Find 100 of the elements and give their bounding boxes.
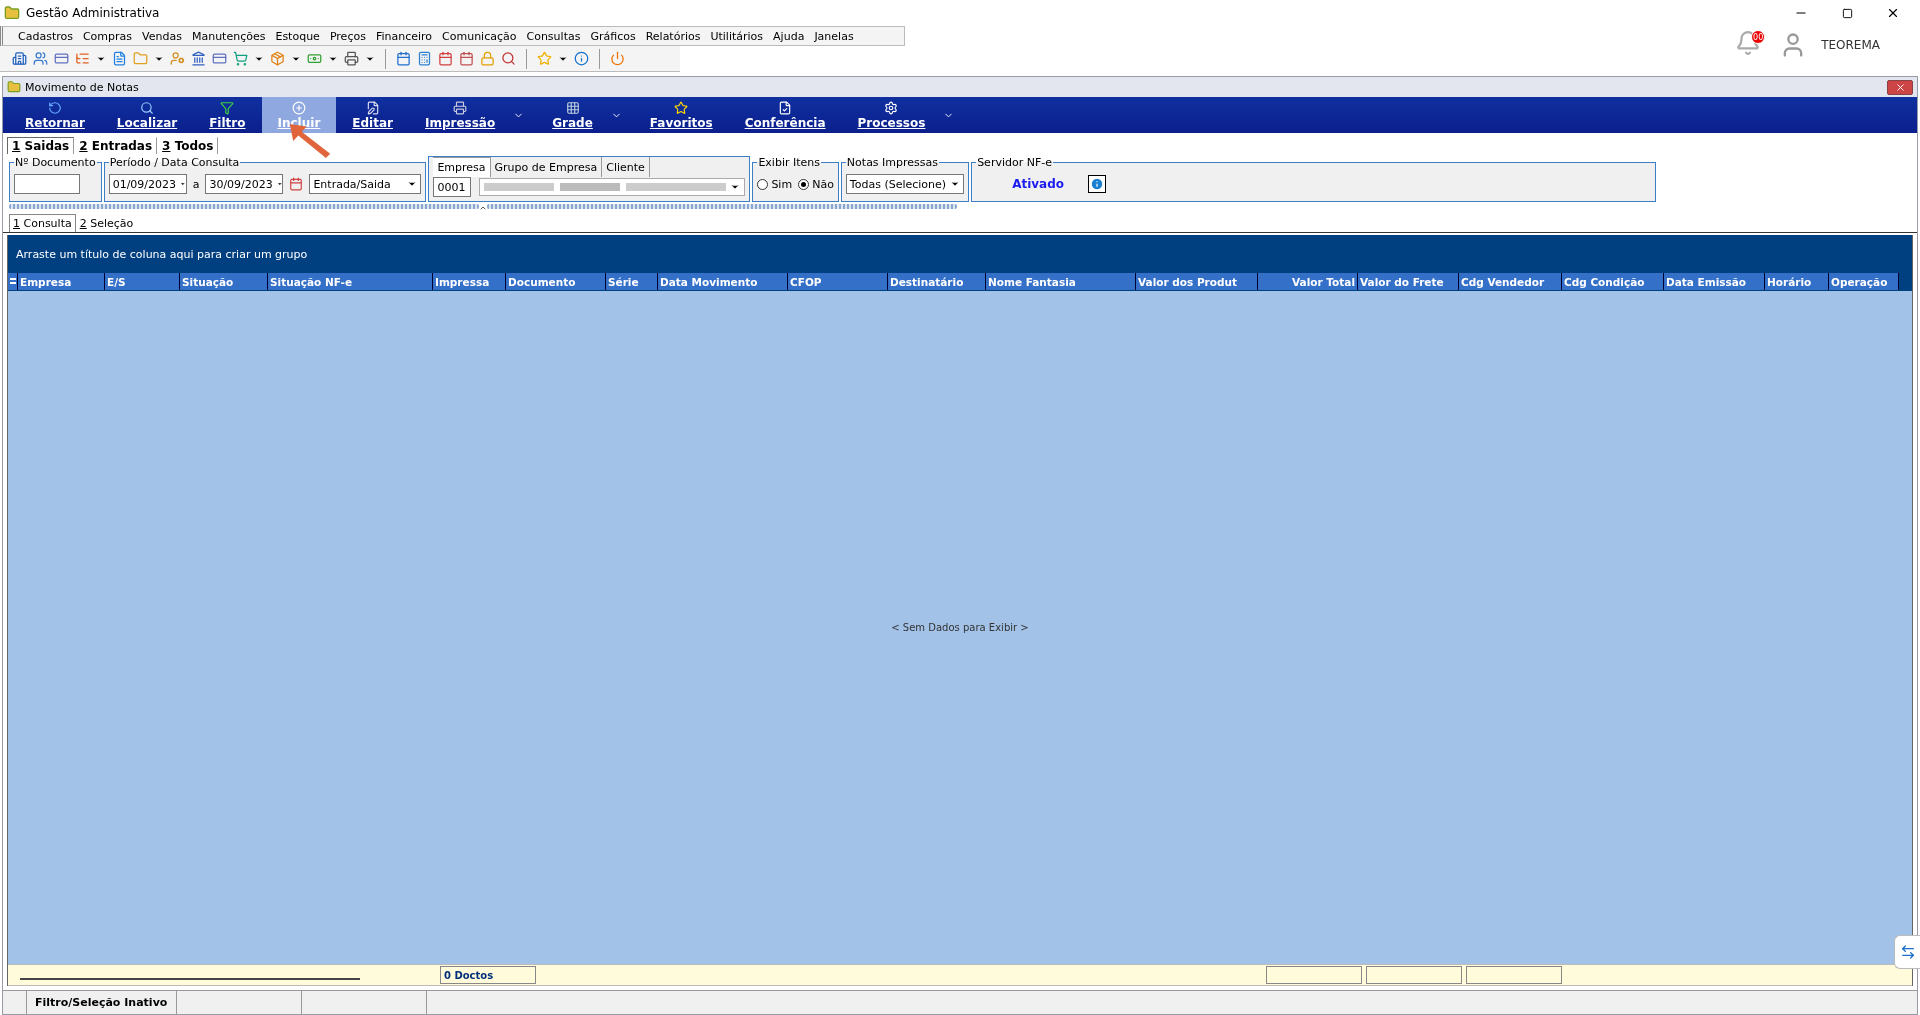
column-header[interactable]: Horário <box>1765 273 1829 290</box>
column-header[interactable]: Empresa <box>18 273 105 290</box>
toolbar-button[interactable]: Processos <box>841 97 942 133</box>
column-header[interactable]: Série <box>606 273 658 290</box>
calendar-icon[interactable] <box>289 177 304 191</box>
toolbar-button[interactable]: Conferência <box>728 97 842 133</box>
column-header[interactable]: Nome Fantasia <box>986 273 1136 290</box>
caret-icon[interactable] <box>407 179 418 189</box>
group-hint: Arraste um título de coluna aqui para criar um grupo <box>16 247 308 261</box>
app-title: Gestão Administrativa <box>26 6 160 20</box>
radio-option[interactable]: Não <box>798 177 834 191</box>
menu-item[interactable]: Relatórios <box>640 29 706 43</box>
menu-item[interactable]: Vendas <box>137 29 187 43</box>
column-header[interactable]: Data Emissão <box>1664 273 1765 290</box>
toolbar-button[interactable]: Localizar <box>100 97 194 133</box>
date-field[interactable]: 30/09/2023 <box>205 174 284 194</box>
menu-item[interactable]: Comunicação <box>437 29 522 43</box>
calculator-icon[interactable] <box>417 51 432 66</box>
column-header[interactable]: Documento <box>506 273 606 290</box>
remote-support-button[interactable] <box>1894 935 1920 969</box>
empty-message: < Sem Dados para Exibir > <box>891 622 1029 633</box>
column-header[interactable]: CFOP <box>788 273 888 290</box>
column-header[interactable]: Cdg Condição <box>1562 273 1664 290</box>
menu-item[interactable]: Gráficos <box>585 29 641 43</box>
menu-item[interactable]: Preços <box>324 29 371 43</box>
card-icon[interactable] <box>54 51 69 66</box>
menu-item[interactable]: Estoque <box>270 29 325 43</box>
toolbar-button[interactable]: Editar <box>336 97 409 133</box>
info-icon[interactable] <box>574 51 589 66</box>
restore-icon[interactable] <box>1841 7 1853 19</box>
users-icon[interactable] <box>33 51 48 66</box>
column-header[interactable]: Data Movimento <box>658 273 788 290</box>
tab[interactable]: Cliente <box>602 157 650 177</box>
info-button[interactable] <box>1088 175 1106 193</box>
menu-item[interactable]: Manutenções <box>186 29 271 43</box>
star-icon[interactable] <box>537 51 552 66</box>
power-icon[interactable] <box>610 51 625 66</box>
star-icon <box>674 100 689 115</box>
caret-icon[interactable] <box>730 182 741 192</box>
toolbar-button[interactable]: Retornar <box>9 97 101 133</box>
close-button[interactable] <box>1887 79 1913 95</box>
column-chooser-icon[interactable] <box>8 273 18 290</box>
tab[interactable]: Empresa <box>433 157 491 177</box>
toolbar-button[interactable]: Filtro <box>193 97 262 133</box>
column-header[interactable]: Valor Total <box>1258 273 1358 290</box>
rotate-icon <box>47 100 62 115</box>
cart-icon[interactable] <box>233 51 248 66</box>
window-icon <box>7 80 21 94</box>
toolbar-button[interactable]: Favoritos <box>633 97 729 133</box>
plus-circle-icon <box>291 100 306 115</box>
group-label: Notas Impressas <box>845 156 940 169</box>
caret-icon[interactable] <box>950 179 961 189</box>
buildings-icon[interactable] <box>12 51 27 66</box>
box-icon[interactable] <box>270 51 285 66</box>
menu-item[interactable]: Financeiro <box>370 29 438 43</box>
notification-bell[interactable]: 00 <box>1735 30 1766 60</box>
column-header[interactable]: Valor dos Produt <box>1136 273 1258 290</box>
id-card-icon[interactable] <box>212 51 227 66</box>
bank-icon[interactable] <box>191 51 206 66</box>
toolbar-button[interactable]: Impressão <box>408 97 512 133</box>
printer-icon <box>453 100 468 115</box>
type-select[interactable]: Entrada/Saida <box>309 174 422 194</box>
menu-item[interactable]: Janelas <box>809 29 859 43</box>
printed-select[interactable]: Todas (Selecione) <box>845 174 965 194</box>
toolbar-button[interactable]: Grade <box>536 97 609 133</box>
tab[interactable]: Grupo de Empresa <box>490 157 603 177</box>
calendar-date-icon[interactable] <box>438 51 453 66</box>
collapse-icon[interactable] <box>479 204 487 212</box>
radio-option[interactable]: Sim <box>757 177 793 191</box>
report-search-icon[interactable] <box>501 51 516 66</box>
column-header[interactable]: E/S <box>105 273 180 290</box>
column-header[interactable]: Impressa <box>433 273 506 290</box>
calendar-icon[interactable] <box>396 51 411 66</box>
money-icon[interactable] <box>307 51 322 66</box>
date-field[interactable]: 01/09/2023 <box>108 174 187 194</box>
close-icon[interactable] <box>1886 6 1900 20</box>
tab[interactable]: 1 Consulta <box>9 214 76 232</box>
column-header[interactable]: Valor do Frete <box>1358 273 1459 290</box>
menu-item[interactable]: Consultas <box>521 29 586 43</box>
tab[interactable]: 1 Saidas <box>7 137 75 154</box>
calendar-gear-icon[interactable] <box>459 51 474 66</box>
menu-item[interactable]: Compras <box>77 29 138 43</box>
user-name: TEOREMA <box>1821 38 1880 52</box>
list-tree-icon[interactable] <box>75 51 90 66</box>
column-header[interactable]: Situação NF-e <box>268 273 433 290</box>
menu-item[interactable]: Ajuda <box>768 29 810 43</box>
company-code-field[interactable]: 0001 <box>433 177 472 197</box>
document-field[interactable] <box>14 174 80 194</box>
column-header[interactable]: Destinatário <box>888 273 986 290</box>
menu-item[interactable]: Utilitários <box>705 29 769 43</box>
column-header[interactable]: Cdg Vendedor <box>1459 273 1562 290</box>
column-header[interactable]: Situação <box>180 273 268 290</box>
status-text: Filtro/Seleção Inativo <box>27 991 177 1014</box>
funnel-icon <box>220 100 235 115</box>
group-label: Nº Documento <box>14 156 97 169</box>
column-header[interactable]: Operação <box>1829 273 1899 290</box>
document-icon[interactable] <box>112 51 127 66</box>
menu-item[interactable]: Cadastros <box>13 29 78 43</box>
document-check-icon <box>778 100 793 115</box>
close-icon <box>1894 81 1906 93</box>
